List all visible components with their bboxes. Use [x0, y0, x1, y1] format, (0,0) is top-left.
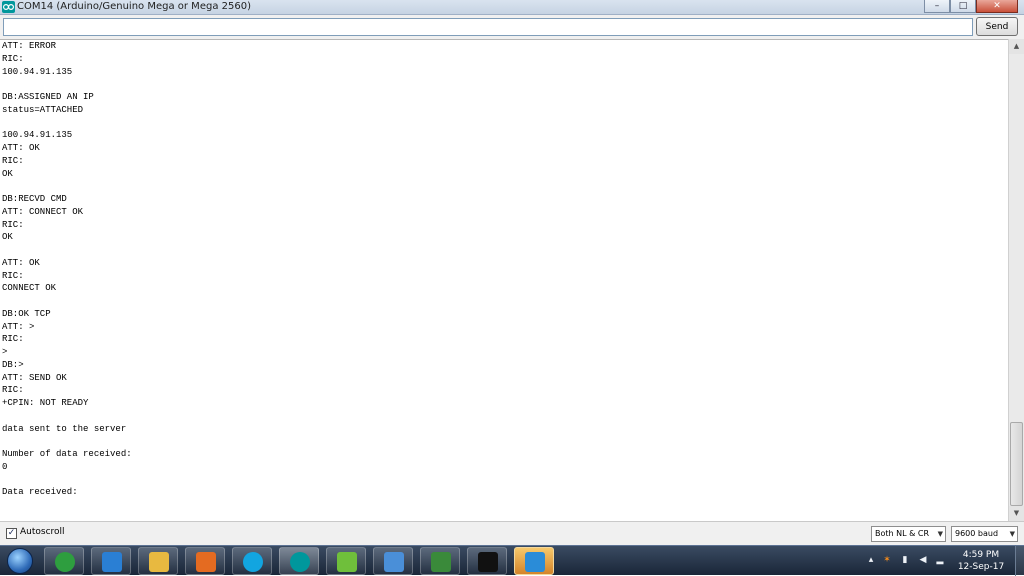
- serial-output-line: RIC:: [2, 270, 24, 281]
- serial-output-text: ATT: ERROR RIC: 100.94.91.135 DB:ASSIGNED A…: [0, 40, 1008, 499]
- window-controls: – □ ✕: [924, 0, 1018, 14]
- window-title-bar: COM14 (Arduino/Genuino Mega or Mega 2560…: [0, 0, 1024, 15]
- system-tray: ▴ ✶ ▮ ◀ ▂ 4:59 PM 12-Sep-17: [862, 546, 1024, 576]
- taskbar-button-arduino[interactable]: [279, 547, 319, 575]
- serial-output-line: DB:>: [2, 359, 24, 370]
- serial-output-line: RIC:: [2, 155, 24, 166]
- taskbar-button-notepad[interactable]: [326, 547, 366, 575]
- taskbar-button-internet-explorer[interactable]: [91, 547, 131, 575]
- window-title: COM14 (Arduino/Genuino Mega or Mega 2560…: [17, 1, 251, 12]
- serial-output-line: status=ATTACHED: [2, 104, 84, 115]
- skype-icon: [243, 552, 263, 572]
- serial-output-panel[interactable]: ATT: ERROR RIC: 100.94.91.135 DB:ASSIGNED A…: [0, 39, 1008, 521]
- serial-output-line: Data received:: [2, 487, 78, 498]
- serial-output-line: [2, 180, 1008, 193]
- command-prompt-icon: [478, 552, 498, 572]
- serial-output-line: OK: [2, 232, 13, 243]
- serial-output-line: ATT: SEND OK: [2, 372, 67, 383]
- taskbar-button-chrome[interactable]: [44, 547, 84, 575]
- serial-output-line: +CPIN: NOT READY: [2, 398, 89, 408]
- scroll-up-arrow-icon[interactable]: ▲: [1009, 39, 1024, 54]
- avast-icon[interactable]: ✶: [882, 555, 892, 566]
- serial-output-line: [2, 117, 1008, 130]
- serial-output-line: ATT: OK: [2, 257, 40, 268]
- windows-taskbar: ▴ ✶ ▮ ◀ ▂ 4:59 PM 12-Sep-17: [0, 545, 1024, 576]
- windows-logo-icon: [7, 548, 33, 574]
- taskbar-button-media-player[interactable]: [185, 547, 225, 575]
- notepad-icon: [337, 552, 357, 572]
- taskbar-button-command-prompt[interactable]: [467, 547, 507, 575]
- maximize-button[interactable]: □: [950, 0, 976, 13]
- autoscroll-checkbox[interactable]: ✓: [6, 528, 17, 539]
- arduino-logo-icon: [2, 1, 15, 13]
- settings-app-icon: [525, 552, 545, 572]
- taskbar-button-skype[interactable]: [232, 547, 272, 575]
- system-clock[interactable]: 4:59 PM 12-Sep-17: [957, 549, 1005, 573]
- serial-output-line: RIC:: [2, 334, 24, 345]
- serial-output-line: ATT: CONNECT OK: [2, 206, 84, 217]
- taskbar-button-paint[interactable]: [373, 547, 413, 575]
- serial-output-line: RIC:: [2, 385, 24, 396]
- line-ending-select[interactable]: Both NL & CR ▼: [871, 526, 946, 542]
- send-button[interactable]: Send: [976, 17, 1018, 36]
- clock-date: 12-Sep-17: [957, 562, 1005, 572]
- serial-output-line: 100.94.91.135: [2, 66, 73, 77]
- close-button[interactable]: ✕: [976, 0, 1018, 13]
- baud-rate-value: 9600 baud: [955, 529, 999, 538]
- start-button[interactable]: [3, 547, 37, 575]
- serial-output-line: ATT: >: [2, 321, 35, 332]
- media-player-icon: [196, 552, 216, 572]
- scrollbar-thumb[interactable]: [1010, 422, 1023, 506]
- serial-output-line: [2, 244, 1008, 257]
- clock-time: 4:59 PM: [962, 550, 1000, 560]
- file-explorer-icon: [149, 552, 169, 572]
- serial-output-line: data sent to the server: [2, 423, 127, 434]
- minimize-button[interactable]: –: [924, 0, 950, 13]
- taskbar-button-network-tool[interactable]: [420, 547, 460, 575]
- arduino-icon: [290, 552, 310, 572]
- serial-output-line: ATT: ERROR: [2, 41, 57, 51]
- chrome-icon: [55, 552, 75, 572]
- serial-output-line: CONNECT OK: [2, 283, 57, 294]
- autoscroll-label: Autoscroll: [20, 527, 65, 537]
- serial-output-line: DB:RECVD CMD: [2, 194, 67, 204]
- serial-output-line: [2, 410, 1008, 423]
- serial-output-line: ATT: OK: [2, 143, 40, 153]
- baud-rate-select[interactable]: 9600 baud ▼: [951, 526, 1018, 542]
- line-ending-value: Both NL & CR: [875, 529, 930, 538]
- volume-icon[interactable]: ◀: [918, 555, 928, 566]
- serial-output-line: 0: [2, 461, 8, 472]
- serial-output-line: DB:OK TCP: [2, 308, 51, 319]
- serial-output-line: [2, 435, 1008, 448]
- network-signal-icon[interactable]: ▂: [935, 555, 945, 566]
- paint-icon: [384, 552, 404, 572]
- serial-monitor-status-bar: ✓ Autoscroll Both NL & CR ▼ 9600 baud ▼: [0, 521, 1024, 545]
- serial-output-line: OK: [2, 168, 13, 179]
- scroll-down-arrow-icon[interactable]: ▼: [1009, 506, 1024, 521]
- serial-output-line: >: [2, 347, 8, 357]
- serial-output-line: RIC:: [2, 53, 24, 64]
- serial-output-line: [2, 295, 1008, 308]
- taskbar-button-file-explorer[interactable]: [138, 547, 178, 575]
- serial-output-line: [2, 78, 1008, 91]
- usb-device-icon[interactable]: ▮: [900, 555, 910, 566]
- taskbar-button-settings-app[interactable]: [514, 547, 554, 575]
- internet-explorer-icon: [102, 552, 122, 572]
- network-tool-icon: [431, 552, 451, 572]
- vertical-scrollbar[interactable]: ▲ ▼: [1008, 39, 1024, 521]
- serial-output-line: 100.94.91.135: [2, 130, 73, 141]
- send-bar: Send: [0, 15, 1024, 39]
- serial-output-line: [2, 474, 1008, 487]
- chevron-down-icon: ▼: [937, 530, 943, 538]
- show-hidden-icons-icon[interactable]: ▴: [866, 555, 876, 566]
- serial-send-input[interactable]: [3, 18, 973, 36]
- serial-output-line: RIC:: [2, 219, 24, 230]
- serial-output-line: Number of data received:: [2, 449, 132, 459]
- chevron-down-icon: ▼: [1009, 530, 1015, 538]
- show-desktop-button[interactable]: [1015, 546, 1024, 576]
- serial-output-line: DB:ASSIGNED AN IP: [2, 92, 94, 102]
